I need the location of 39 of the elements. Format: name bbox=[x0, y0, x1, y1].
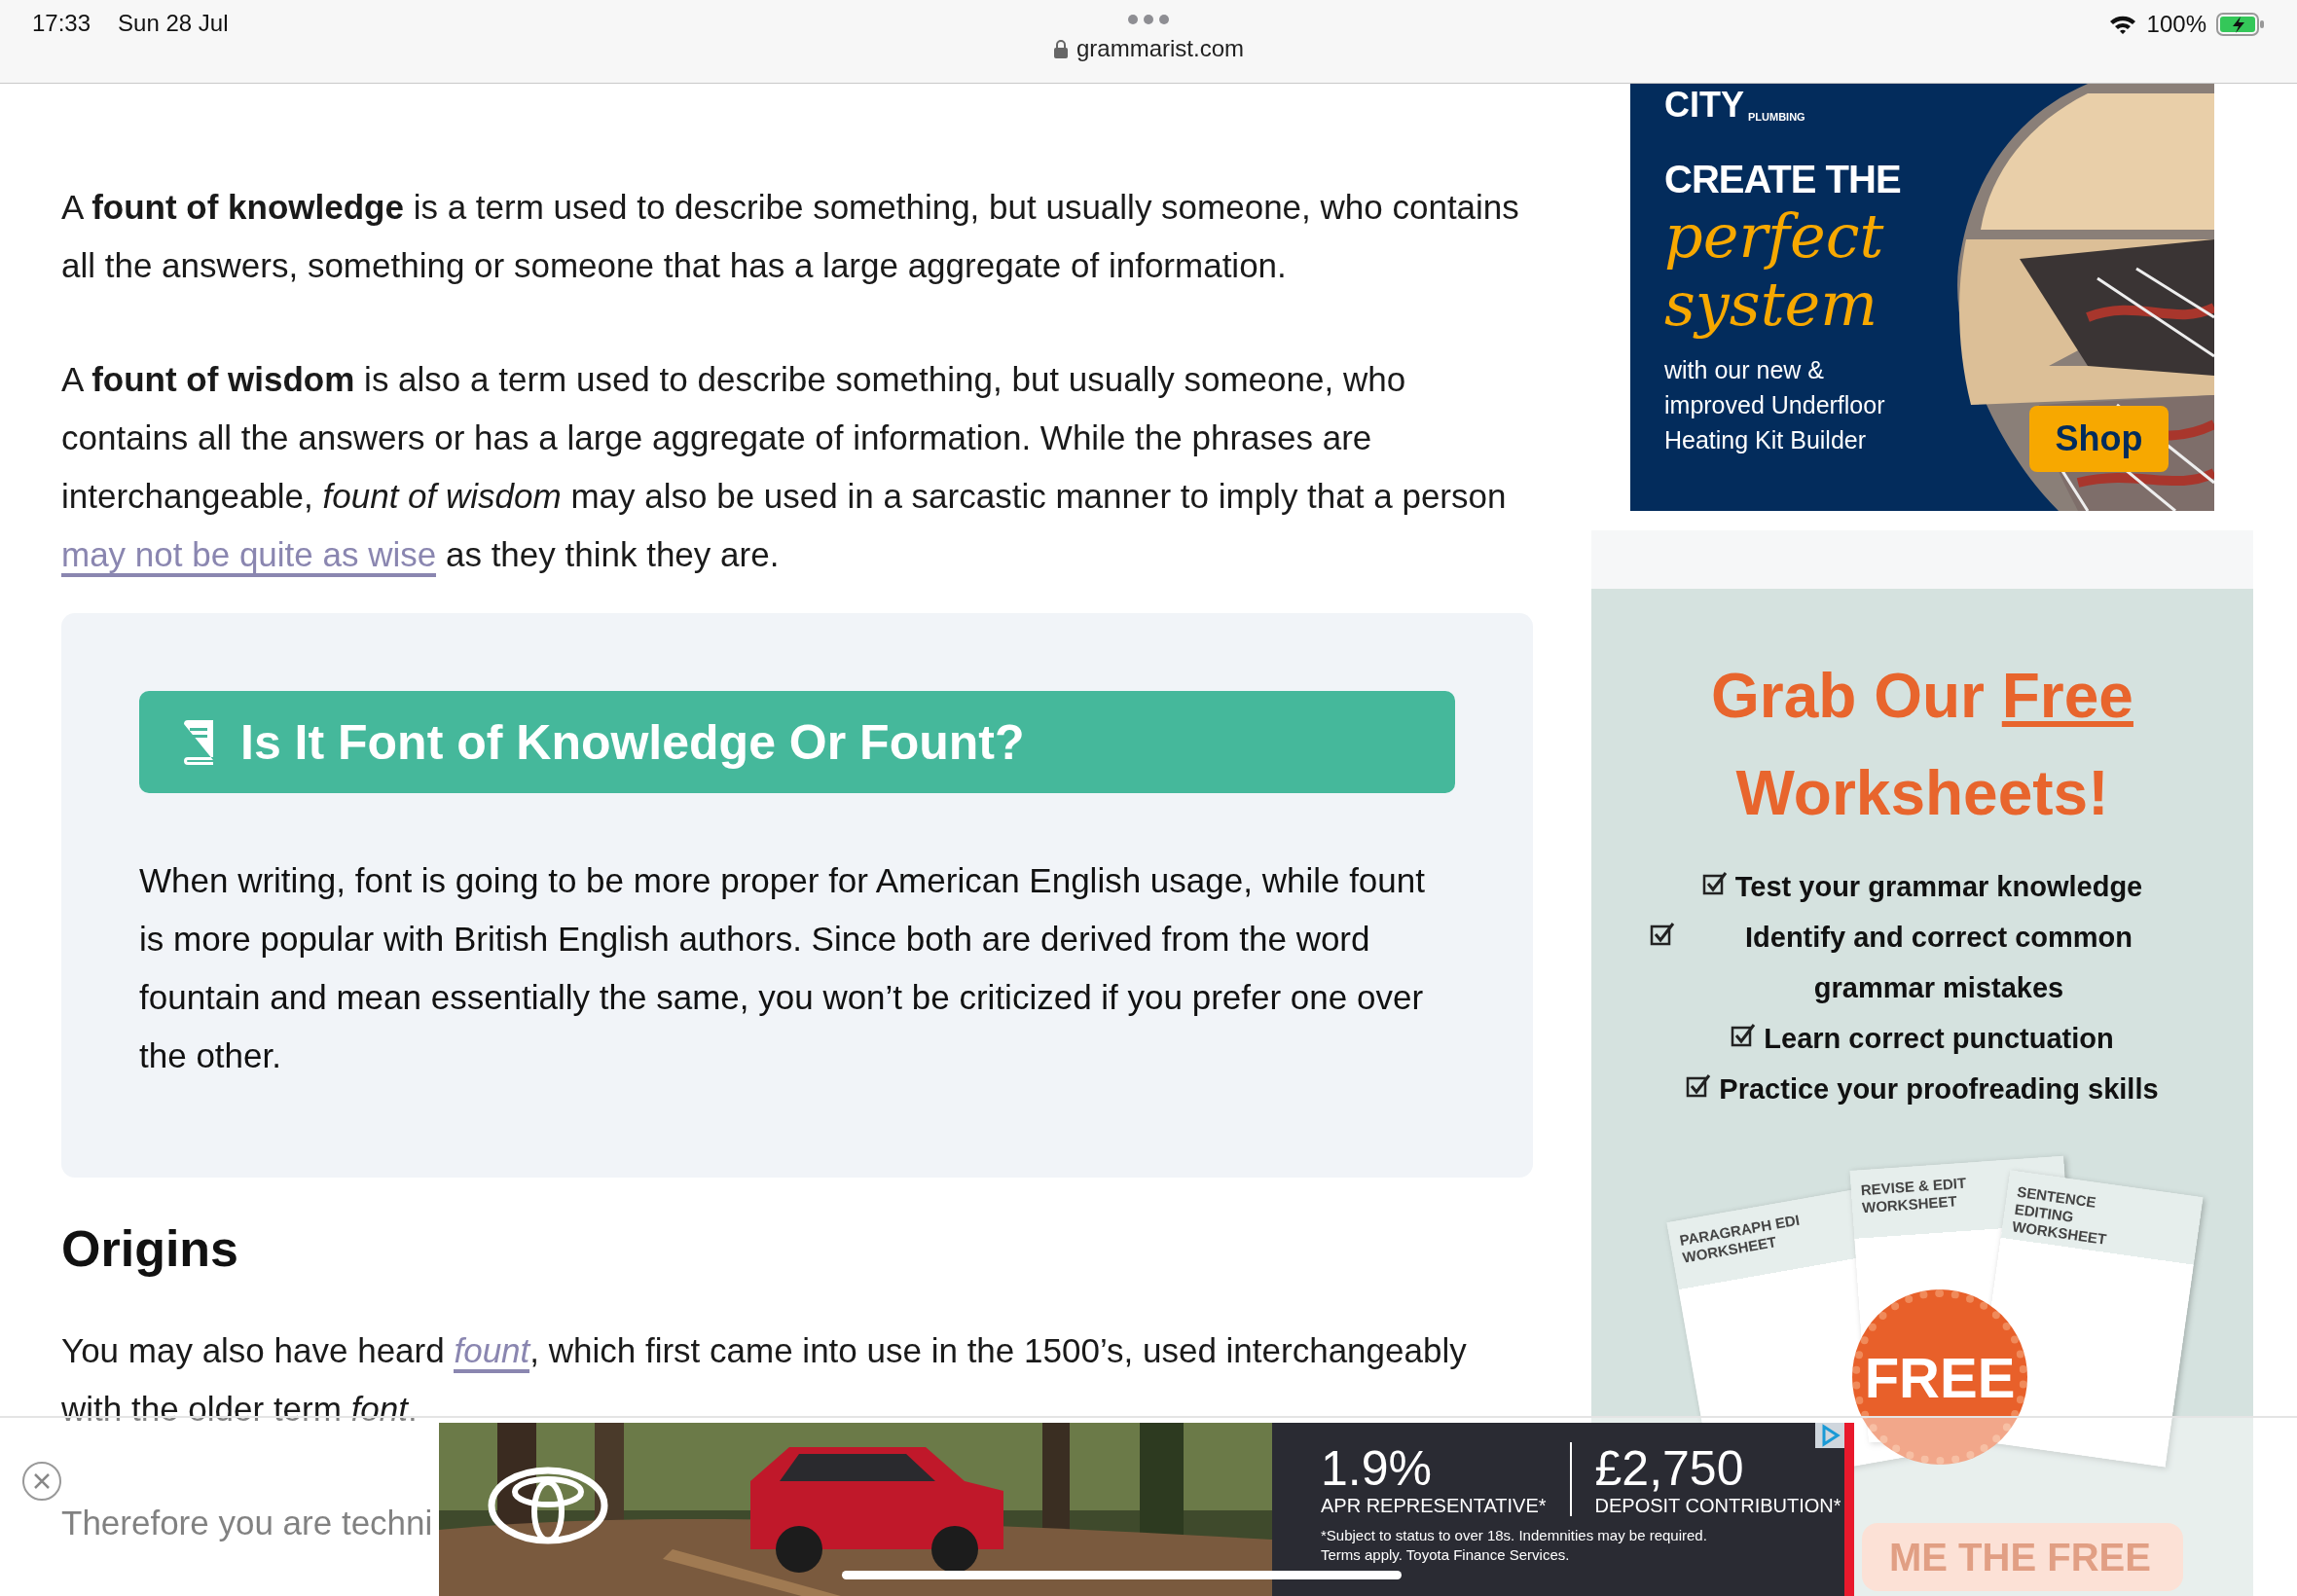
worksheet-title: SENTENCE EDITING WORKSHEET bbox=[2010, 1181, 2109, 1250]
close-icon bbox=[33, 1472, 51, 1490]
ad-title: Grab Our Free Worksheets! bbox=[1710, 660, 2134, 830]
battery-percent: 100% bbox=[2146, 11, 2206, 38]
shop-button[interactable]: Shop bbox=[2029, 406, 2169, 472]
ad-script-text: perfect bbox=[1664, 202, 1885, 271]
feature-text: Identify and correct common grammar mistakes bbox=[1744, 921, 2133, 1005]
feature-text: Practice your proofreading skills bbox=[1719, 1072, 2159, 1106]
date-text: Sun 28 Jul bbox=[118, 10, 229, 38]
ad-script-text: system bbox=[1664, 271, 1878, 339]
more-icon[interactable] bbox=[1127, 14, 1170, 25]
paragraph: A fount of knowledge is a term used to describe something, but usually someone, who contains all the answers, something or someone that has a large aggregate of information. bbox=[61, 187, 1520, 286]
section-heading: Origins bbox=[61, 1219, 240, 1279]
brand-logo-text: CITY bbox=[1664, 88, 1744, 123]
battery-icon bbox=[2216, 13, 2265, 36]
paragraph: A fount of wisdom is also a term used to describe something, but usually someone, who contains all the answers or has a large aggregate of information. While the phrases are interchangeable, fount of wisdom may also be used in a sarcastic manner to imply that a person may not be quite as wise as they think they are. bbox=[61, 350, 1533, 584]
close-button[interactable] bbox=[22, 1462, 61, 1501]
rate-value: 1.9% bbox=[1321, 1442, 1433, 1495]
ad-body-text: with our new & improved Underfloor Heating Kit Builder bbox=[1664, 355, 1885, 455]
callout-text: When writing, font is going to be more proper for American English usage, while fount is more popular with British English authors. Since both are derived from the word fountain and mean essentially the same, you won’t be criticized if you prefer one over the other. bbox=[139, 860, 1426, 1076]
logo-icon bbox=[488, 1467, 608, 1544]
rate-label: APR REPRESENTATIVE* bbox=[1321, 1495, 1547, 1516]
lock-icon bbox=[1053, 39, 1069, 58]
ad-headline: CREATE THE bbox=[1664, 157, 1902, 202]
clock-time: 17:33 bbox=[32, 10, 91, 38]
feature-text: Learn correct punctuation bbox=[1764, 1022, 2114, 1056]
terms-text: *Subject to status to over 18s. Indemnities may be required. Terms apply. Toyota Finance Services. bbox=[1321, 1526, 1708, 1565]
brand-subtitle: PLUMBING bbox=[1748, 111, 1805, 123]
car-ad[interactable]: 1.9% APR REPRESENTATIVE* £2,750 DEPOSIT CONTRIBUTION* *Subject to status to over 18s. Indemnities may be required. Terms apply. Toyota Finance Services. bbox=[439, 1423, 1854, 1596]
deposit-value: £2,750 bbox=[1594, 1442, 1745, 1495]
url-text[interactable]: grammarist.com bbox=[1076, 35, 1244, 62]
feature-text: Test your grammar knowledge bbox=[1734, 870, 2143, 904]
worksheet-title: REVISE & EDIT WORKSHEET bbox=[1859, 1173, 1968, 1218]
paragraph: Therefore you are techni bbox=[61, 1503, 433, 1543]
deposit-label: DEPOSIT CONTRIBUTION* bbox=[1594, 1495, 1841, 1516]
ad-choices-icon[interactable] bbox=[1815, 1423, 1844, 1448]
worksheet-ad[interactable] bbox=[1591, 589, 2253, 1596]
callout-heading: Is It Font of Knowledge Or Fount? bbox=[240, 713, 1025, 771]
banner-ad[interactable]: CITY PLUMBING CREATE THE perfect system with our new & improved Underfloor Heating Kit Builder Shop bbox=[1630, 84, 2214, 511]
